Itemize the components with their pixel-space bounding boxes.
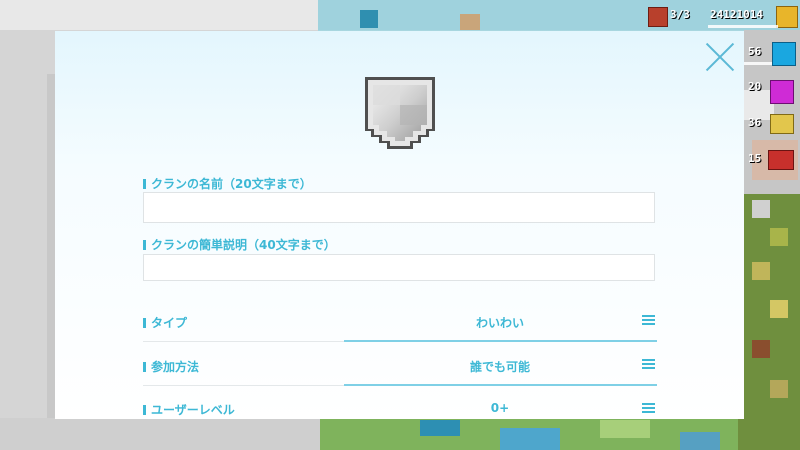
pixel-block (770, 228, 788, 246)
gem-purple-count: 20 (748, 80, 762, 93)
pixel-block (600, 420, 650, 438)
gold-count: 36 (748, 116, 762, 129)
pixel-block (360, 10, 378, 28)
join-method-label: 参加方法 (143, 358, 199, 375)
close-icon[interactable] (705, 42, 735, 72)
create-clan-dialog: クランの名前（20文字まで） クランの簡単説明（40文字まで） タイプ わいわい… (55, 31, 744, 419)
gem-blue-count: 56 (748, 45, 762, 58)
type-select[interactable]: わいわい (345, 314, 655, 331)
clan-description-label: クランの簡単説明（40文字まで） (143, 236, 336, 253)
hamburger-menu-icon[interactable] (642, 359, 655, 370)
clan-name-label: クランの名前（20文字まで） (143, 175, 312, 192)
pixel-block (770, 380, 788, 398)
pixel-block (752, 340, 770, 358)
clan-description-input[interactable] (143, 254, 655, 281)
type-underline (344, 340, 657, 342)
flag-icon (648, 7, 668, 27)
count-text: 3/3 (670, 8, 690, 21)
clan-shield-emblem-icon[interactable] (363, 75, 437, 153)
hamburger-menu-icon[interactable] (642, 315, 655, 326)
hamburger-menu-icon[interactable] (642, 403, 655, 414)
gem-blue-bar (744, 62, 772, 65)
purple-gem-icon (770, 80, 794, 104)
pixel-block (460, 14, 480, 30)
pixel-block (770, 300, 788, 318)
user-level-select[interactable]: 0+ (345, 401, 655, 415)
blue-gem-icon (772, 42, 796, 66)
clan-name-input[interactable] (143, 192, 655, 223)
row-divider (143, 385, 344, 386)
ticket-count: 15 (748, 152, 762, 165)
join-method-select[interactable]: 誰でも可能 (345, 358, 655, 375)
currency-text: 24121014 (710, 8, 763, 21)
join-method-underline (344, 384, 657, 386)
background-panel-bottom (0, 418, 320, 450)
pixel-block (680, 432, 720, 450)
pixel-block (420, 420, 460, 436)
pixel-block (738, 194, 800, 450)
gold-bar-icon (776, 6, 798, 28)
pixel-block (752, 262, 770, 280)
background-panel-top (0, 0, 318, 30)
currency-bar (708, 25, 778, 28)
pixel-block (500, 428, 560, 450)
pixel-block (752, 200, 770, 218)
gold-icon (770, 114, 794, 134)
type-label: タイプ (143, 314, 187, 331)
ticket-icon (768, 150, 794, 170)
row-divider (143, 341, 344, 342)
user-level-label: ユーザーレベル (143, 401, 235, 418)
